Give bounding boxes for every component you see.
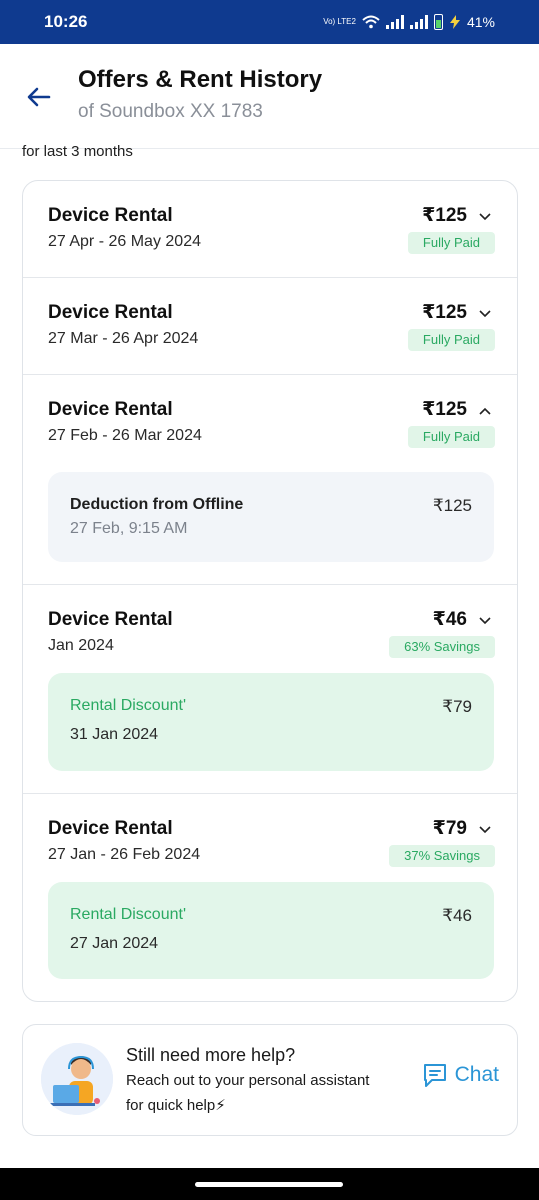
status-icons: Vo) LTE2 41% bbox=[323, 14, 495, 30]
savings-badge: 37% Savings bbox=[389, 845, 495, 867]
entry-amount: ₹125 bbox=[422, 399, 467, 420]
status-bar: 10:26 Vo) LTE2 41% bbox=[0, 0, 539, 44]
battery-icon bbox=[433, 14, 443, 30]
detail-amount: ₹125 bbox=[432, 496, 472, 515]
page-header: Offers & Rent History of Soundbox XX 178… bbox=[0, 44, 539, 149]
battery-percent: 41% bbox=[466, 14, 495, 30]
system-nav-bar bbox=[0, 1168, 539, 1200]
detail-timestamp: 27 Feb, 9:15 AM bbox=[70, 520, 188, 537]
chevron-down-icon[interactable] bbox=[478, 823, 492, 837]
detail-date: 31 Jan 2024 bbox=[70, 726, 159, 743]
assistant-avatar bbox=[41, 1043, 113, 1115]
chat-label: Chat bbox=[454, 1063, 499, 1086]
entry-period: Jan 2024 bbox=[48, 637, 114, 654]
chevron-up-icon[interactable] bbox=[478, 404, 492, 418]
rental-entry[interactable]: Device Rental 27 Apr - 26 May 2024 ₹125 … bbox=[23, 181, 517, 278]
volte-indicator: Vo) LTE2 bbox=[323, 17, 356, 26]
entry-title: Device Rental bbox=[48, 818, 173, 839]
page-title: Offers & Rent History bbox=[78, 66, 323, 93]
back-arrow-icon[interactable] bbox=[22, 80, 56, 114]
assistant-illustration-icon bbox=[41, 1043, 113, 1115]
detail-amount: ₹46 bbox=[442, 906, 472, 925]
help-card: Still need more help? Reach out to your … bbox=[22, 1024, 518, 1136]
rental-entry[interactable]: Device Rental 27 Mar - 26 Apr 2024 ₹125 … bbox=[23, 278, 517, 375]
detail-title: Rental Discount' bbox=[70, 697, 186, 714]
chat-button[interactable]: Chat bbox=[421, 1061, 499, 1089]
entry-amount: ₹125 bbox=[422, 302, 467, 323]
savings-badge: 63% Savings bbox=[389, 636, 495, 658]
detail-title: Rental Discount' bbox=[70, 906, 186, 923]
rental-history-card: Device Rental 27 Apr - 26 May 2024 ₹125 … bbox=[22, 180, 518, 1002]
status-badge: Fully Paid bbox=[407, 329, 495, 351]
period-note: for last 3 months bbox=[22, 143, 133, 160]
entry-period: 27 Mar - 26 Apr 2024 bbox=[48, 330, 199, 347]
discount-detail: Rental Discount' 31 Jan 2024 ₹79 bbox=[48, 673, 494, 771]
entry-title: Device Rental bbox=[48, 609, 173, 630]
chevron-down-icon[interactable] bbox=[478, 210, 492, 224]
chevron-down-icon[interactable] bbox=[478, 614, 492, 628]
signal-icon bbox=[385, 15, 404, 29]
entry-title: Device Rental bbox=[48, 205, 173, 226]
entry-period: 27 Jan - 26 Feb 2024 bbox=[48, 846, 201, 863]
chat-bubble-icon bbox=[423, 1064, 446, 1087]
entry-amount: ₹46 bbox=[432, 609, 467, 630]
rental-entry[interactable]: Device Rental 27 Jan - 26 Feb 2024 ₹79 3… bbox=[23, 794, 517, 1001]
status-badge: Fully Paid bbox=[407, 426, 495, 448]
chevron-down-icon[interactable] bbox=[478, 307, 492, 321]
rental-entry[interactable]: Device Rental 27 Feb - 26 Mar 2024 ₹125 … bbox=[23, 375, 517, 585]
rental-entry[interactable]: Device Rental Jan 2024 ₹46 63% Savings R… bbox=[23, 585, 517, 794]
status-badge: Fully Paid bbox=[407, 232, 495, 254]
page-subtitle: of Soundbox XX 1783 bbox=[78, 101, 263, 122]
entry-amount: ₹79 bbox=[432, 818, 467, 839]
entry-title: Device Rental bbox=[48, 302, 173, 323]
status-time: 10:26 bbox=[44, 12, 88, 31]
discount-detail: Rental Discount' 27 Jan 2024 ₹46 bbox=[48, 882, 494, 979]
detail-amount: ₹79 bbox=[442, 697, 472, 716]
detail-date: 27 Jan 2024 bbox=[70, 935, 159, 952]
charging-icon bbox=[449, 15, 460, 29]
help-description-2: for quick help⚡ bbox=[126, 1097, 226, 1114]
signal-icon bbox=[409, 15, 428, 29]
entry-amount: ₹125 bbox=[422, 205, 467, 226]
entry-title: Device Rental bbox=[48, 399, 173, 420]
entry-period: 27 Apr - 26 May 2024 bbox=[48, 233, 201, 250]
entry-period: 27 Feb - 26 Mar 2024 bbox=[48, 427, 202, 444]
help-title: Still need more help? bbox=[126, 1045, 296, 1065]
home-gesture-handle[interactable] bbox=[195, 1182, 343, 1187]
deduction-detail: Deduction from Offline 27 Feb, 9:15 AM ₹… bbox=[48, 472, 494, 562]
wifi-icon bbox=[362, 15, 380, 29]
detail-title: Deduction from Offline bbox=[70, 496, 244, 513]
help-description: Reach out to your personal assistant bbox=[126, 1072, 370, 1089]
